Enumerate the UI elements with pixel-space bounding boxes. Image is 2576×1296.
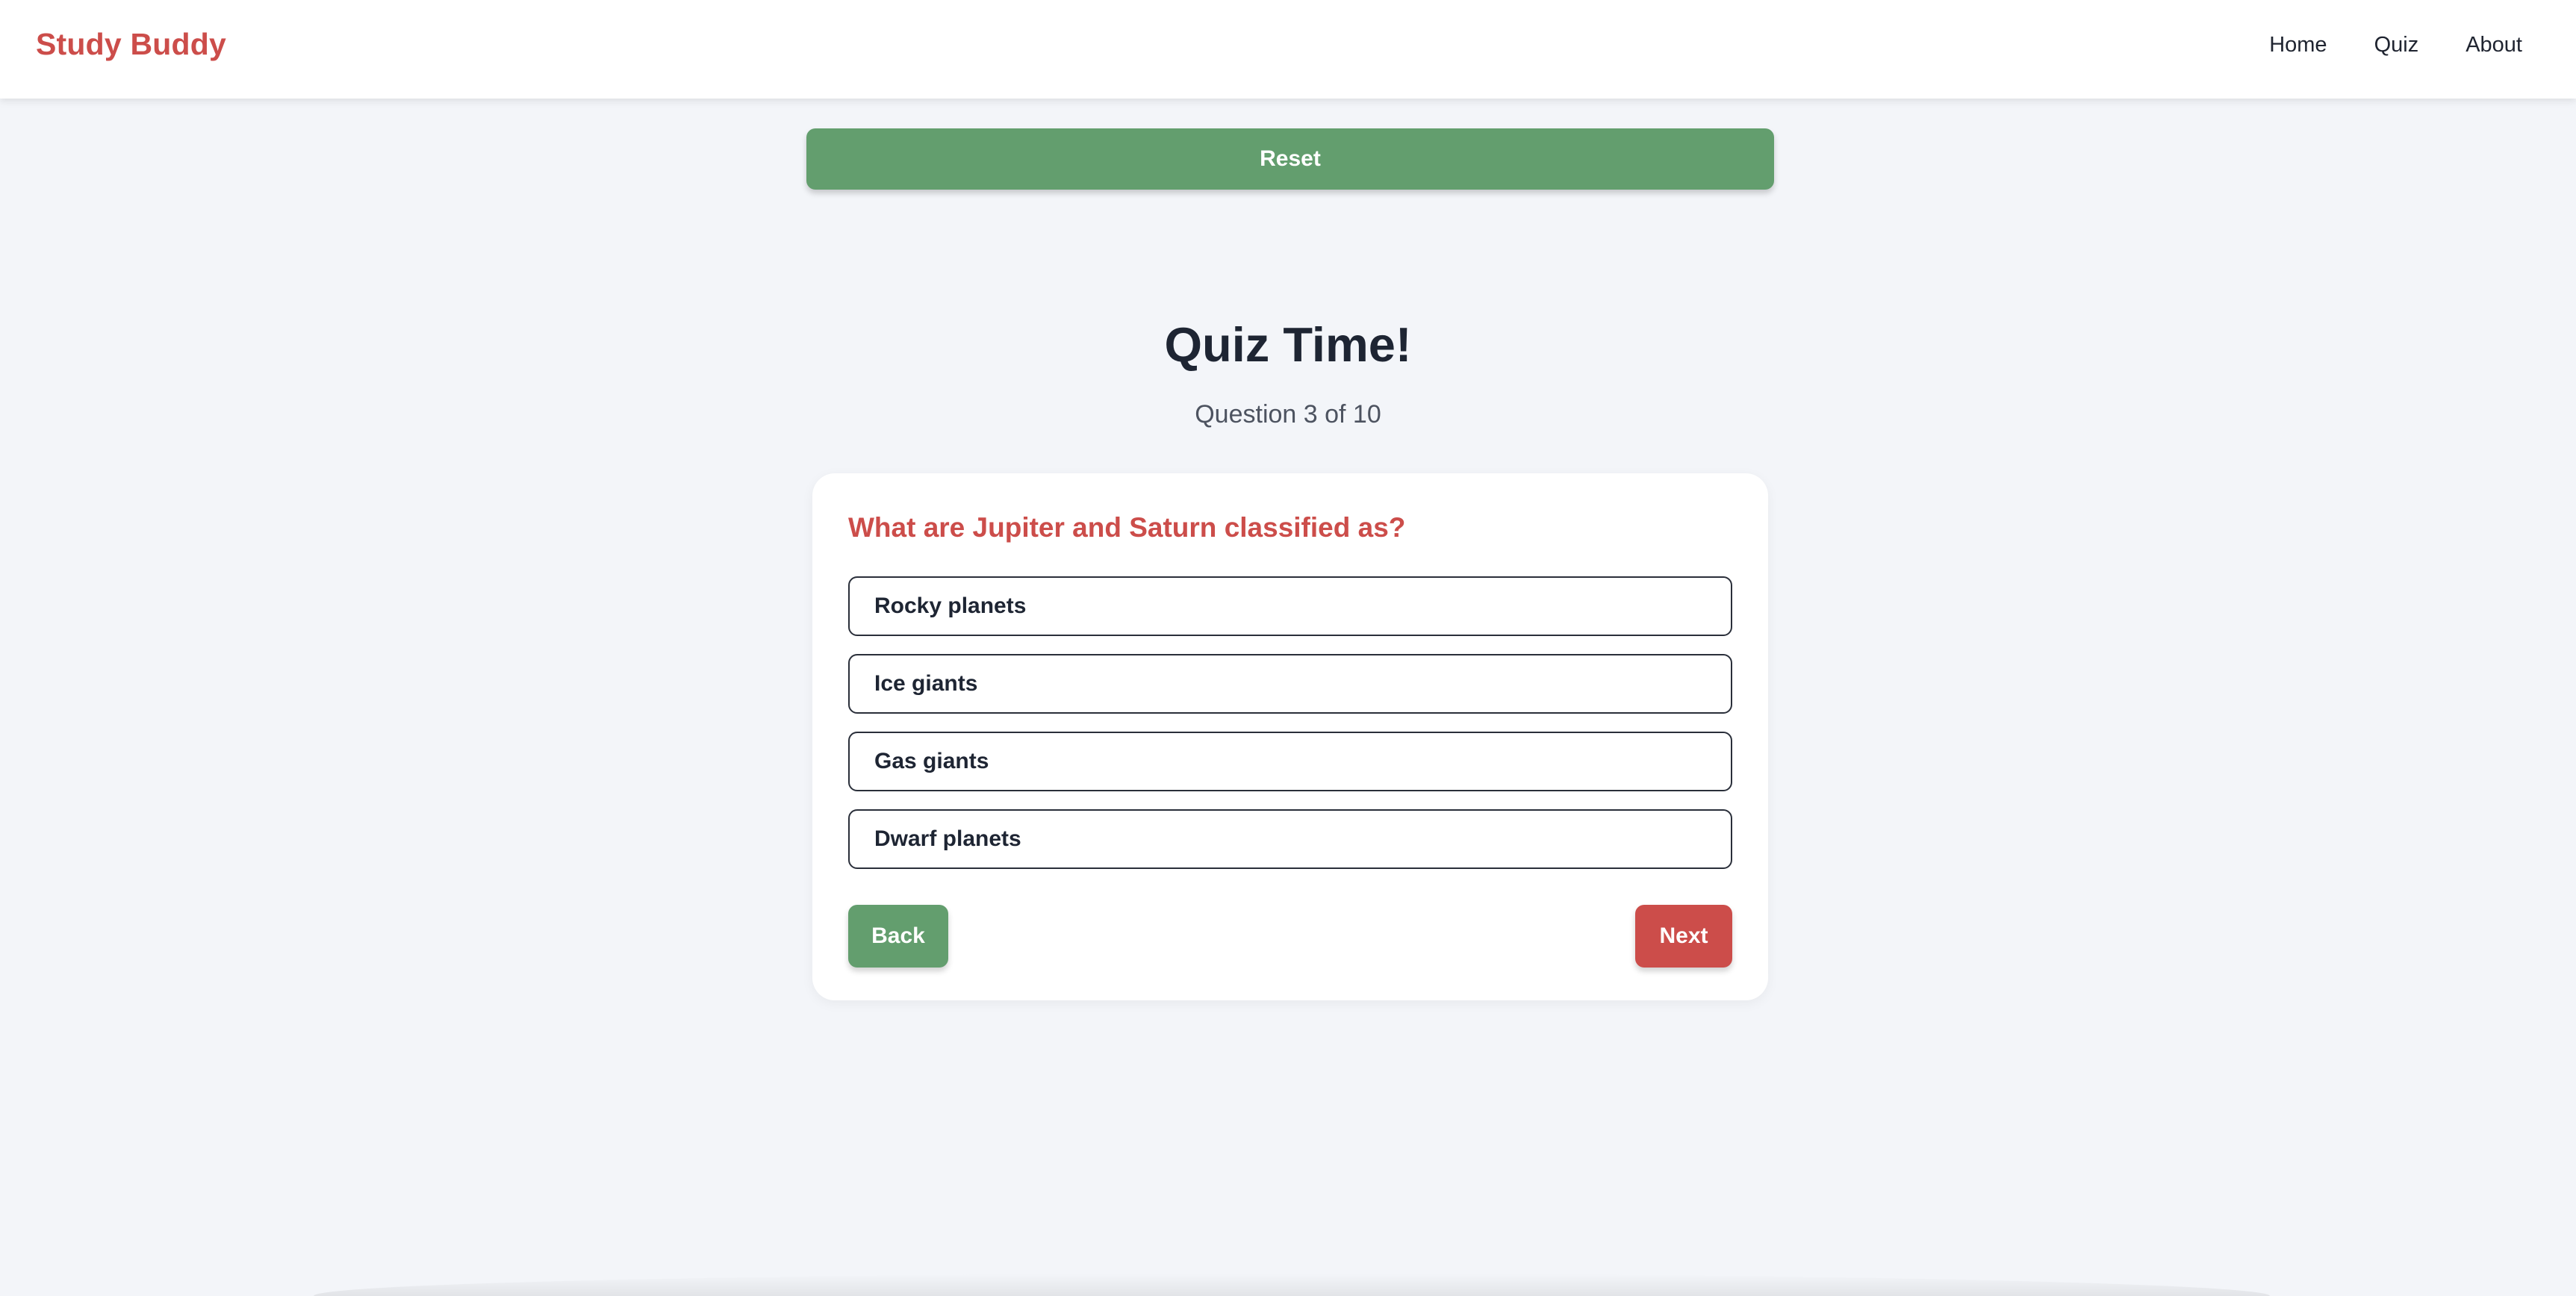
top-navigation-bar: Study Buddy Home Quiz About [0,0,2576,99]
question-progress: Question 3 of 10 [1195,400,1381,429]
bottom-edge-shadow [314,1274,2270,1296]
quiz-card: What are Jupiter and Saturn classified a… [812,473,1768,1000]
nav-link-about[interactable]: About [2465,33,2522,57]
main-nav: Home Quiz About [2222,33,2522,57]
nav-link-home[interactable]: Home [2269,33,2327,57]
back-button[interactable]: Back [848,905,948,968]
page-title: Quiz Time! [1164,317,1412,372]
nav-link-quiz[interactable]: Quiz [2374,33,2419,57]
answer-option-dwarf-planets[interactable]: Dwarf planets [848,809,1732,869]
answer-option-ice-giants[interactable]: Ice giants [848,654,1732,714]
brand-logo[interactable]: Study Buddy [36,27,226,62]
answer-option-gas-giants[interactable]: Gas giants [848,732,1732,791]
reset-button[interactable]: Reset [806,128,1774,190]
answer-options: Rocky planets Ice giants Gas giants Dwar… [848,576,1732,887]
answer-option-rocky-planets[interactable]: Rocky planets [848,576,1732,636]
question-text: What are Jupiter and Saturn classified a… [848,512,1406,543]
next-button[interactable]: Next [1635,905,1732,968]
